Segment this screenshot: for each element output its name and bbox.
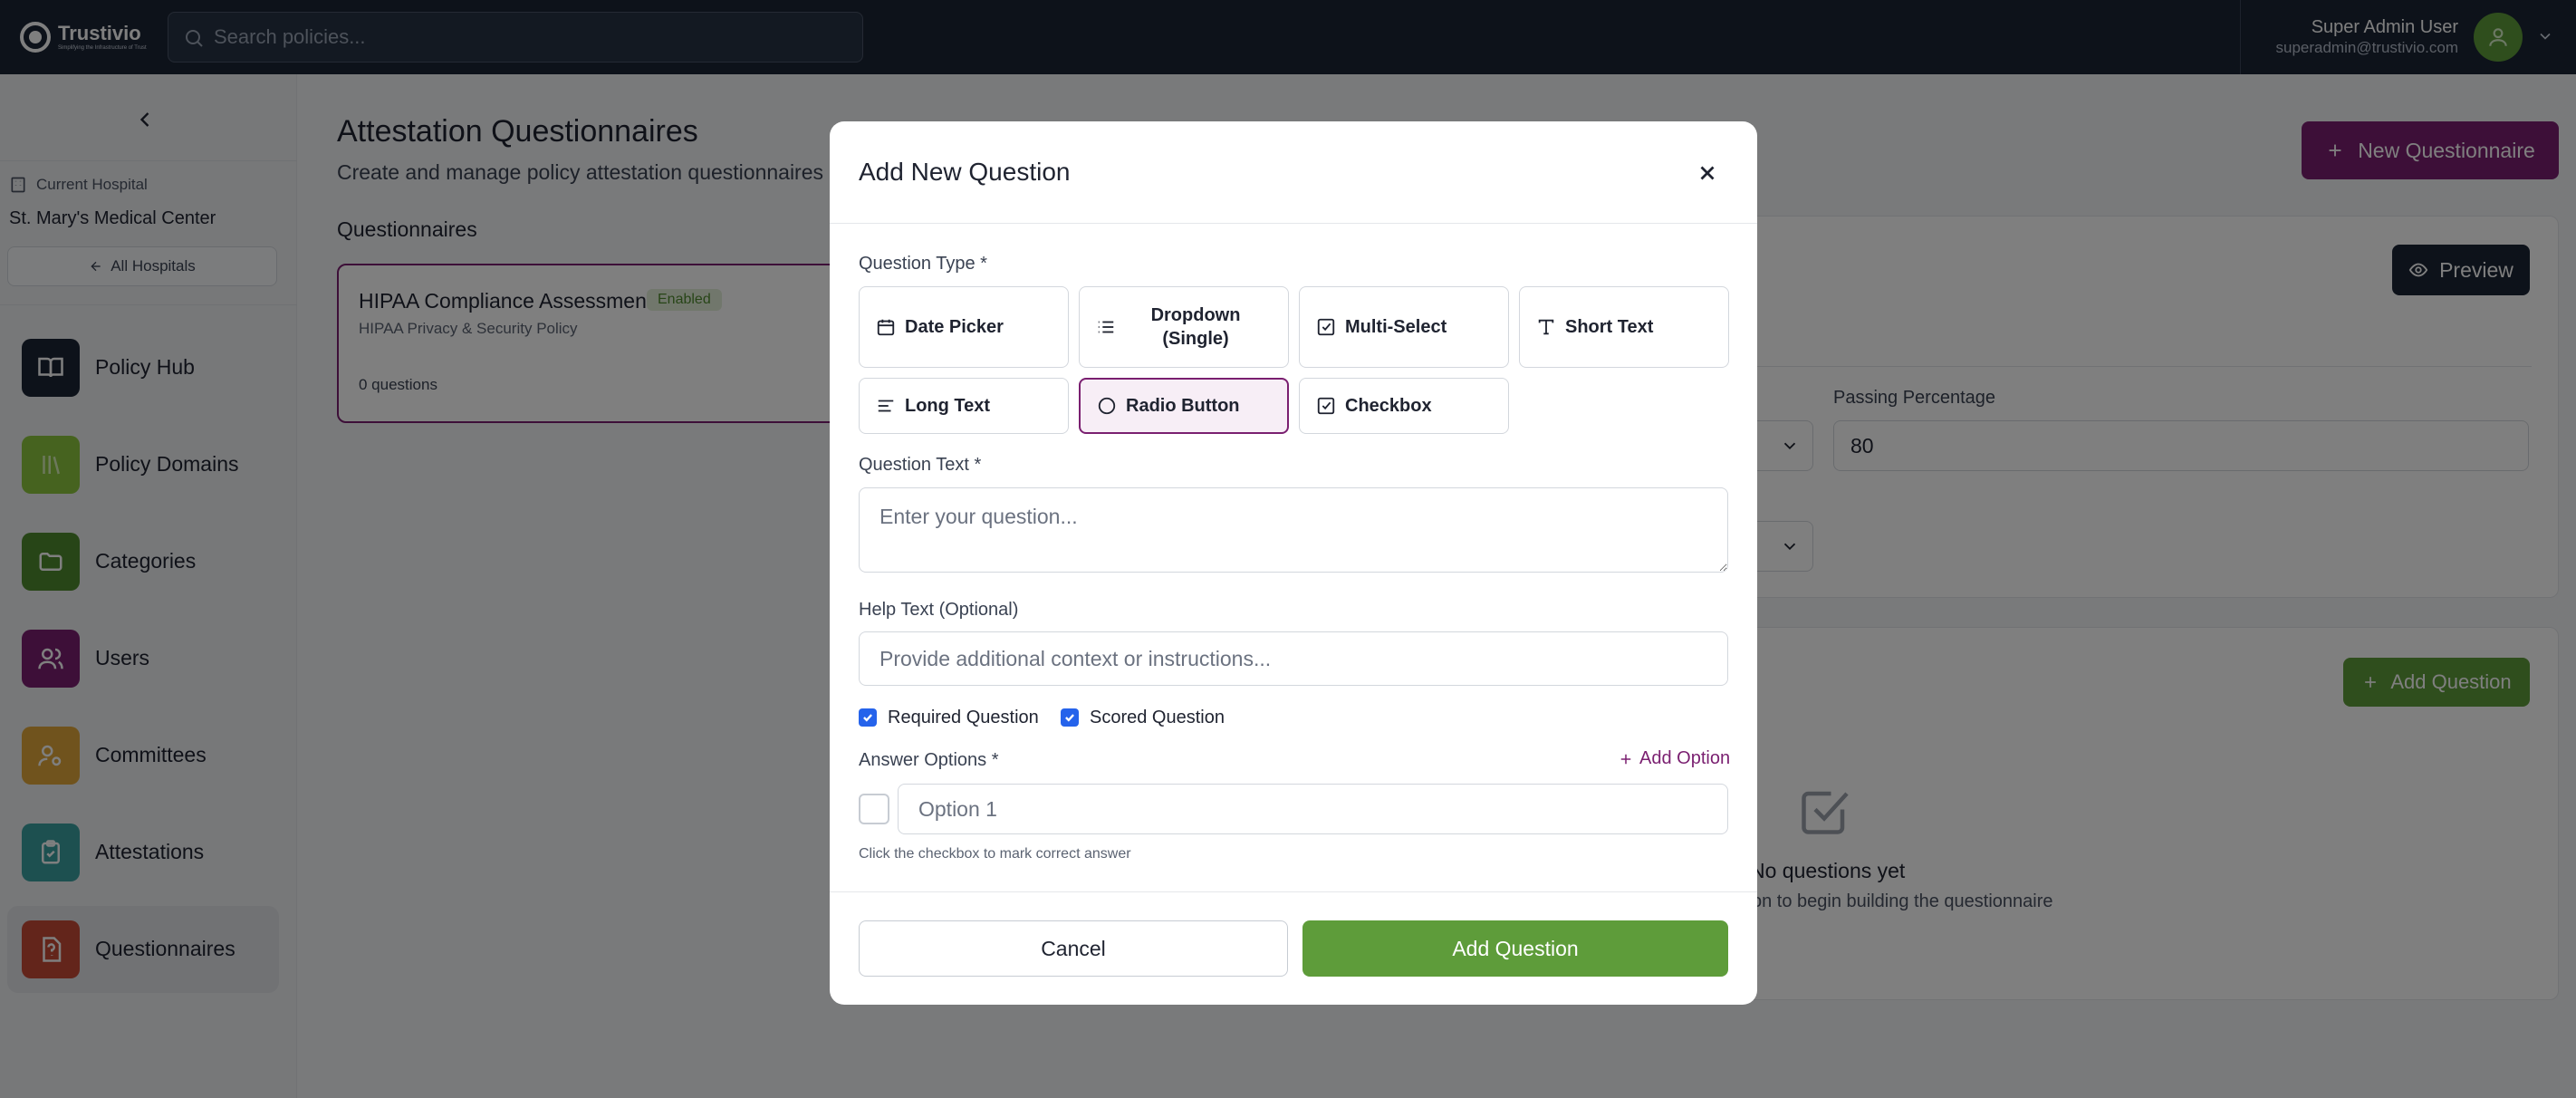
option-1-input[interactable] [898,784,1728,834]
submit-add-question-button[interactable]: Add Question [1302,920,1728,977]
type-icon [1538,319,1554,335]
answer-hint: Click the checkbox to mark correct answe… [859,846,1131,862]
check-square-icon [1317,397,1335,415]
question-type-label: Question Type * [859,254,987,274]
close-icon[interactable] [1696,161,1719,185]
type-label: Dropdown (Single) [1150,305,1241,349]
type-multi-select[interactable]: Multi-Select [1299,286,1509,368]
calendar-icon [877,319,895,336]
type-label: Checkbox [1345,396,1432,416]
check-icon [863,714,872,722]
plus-icon [1620,754,1631,764]
question-text-input[interactable] [859,487,1728,573]
circle-icon [1098,397,1116,415]
required-label: Required Question [888,708,1039,727]
help-text-label: Help Text (Optional) [859,600,1019,620]
type-label: Date Picker [905,317,1004,337]
scored-checkbox[interactable] [1061,708,1079,727]
question-text-label: Question Text * [859,455,982,475]
type-label: Short Text [1565,317,1654,337]
type-label: Long Text [905,396,991,416]
type-checkbox[interactable]: Checkbox [1299,378,1509,434]
type-dropdown-single[interactable]: Dropdown (Single) [1079,286,1289,368]
modal-divider [830,891,1757,892]
check-square-icon [1317,318,1335,336]
type-date-picker[interactable]: Date Picker [859,286,1069,368]
modal-title: Add New Question [859,158,1071,186]
help-text-input[interactable] [859,631,1728,686]
required-checkbox[interactable] [859,708,877,727]
type-radio-button[interactable]: Radio Button [1079,378,1289,434]
type-short-text[interactable]: Short Text [1519,286,1729,368]
type-long-text[interactable]: Long Text [859,378,1069,434]
check-icon [1065,714,1074,722]
align-left-icon [878,400,894,412]
correct-answer-checkbox[interactable] [859,794,889,824]
add-option-button[interactable]: Add Option [1618,748,1730,769]
add-question-modal: Add New Question Question Type * Date Pi… [830,121,1757,1005]
answer-options-label: Answer Options * [859,750,999,770]
type-label: Radio Button [1126,396,1240,416]
scored-label: Scored Question [1090,708,1225,727]
add-option-label: Add Option [1639,748,1731,768]
cancel-button[interactable]: Cancel [859,920,1288,977]
list-icon [1098,321,1114,333]
modal-divider [830,223,1757,224]
type-label: Multi-Select [1345,317,1447,337]
